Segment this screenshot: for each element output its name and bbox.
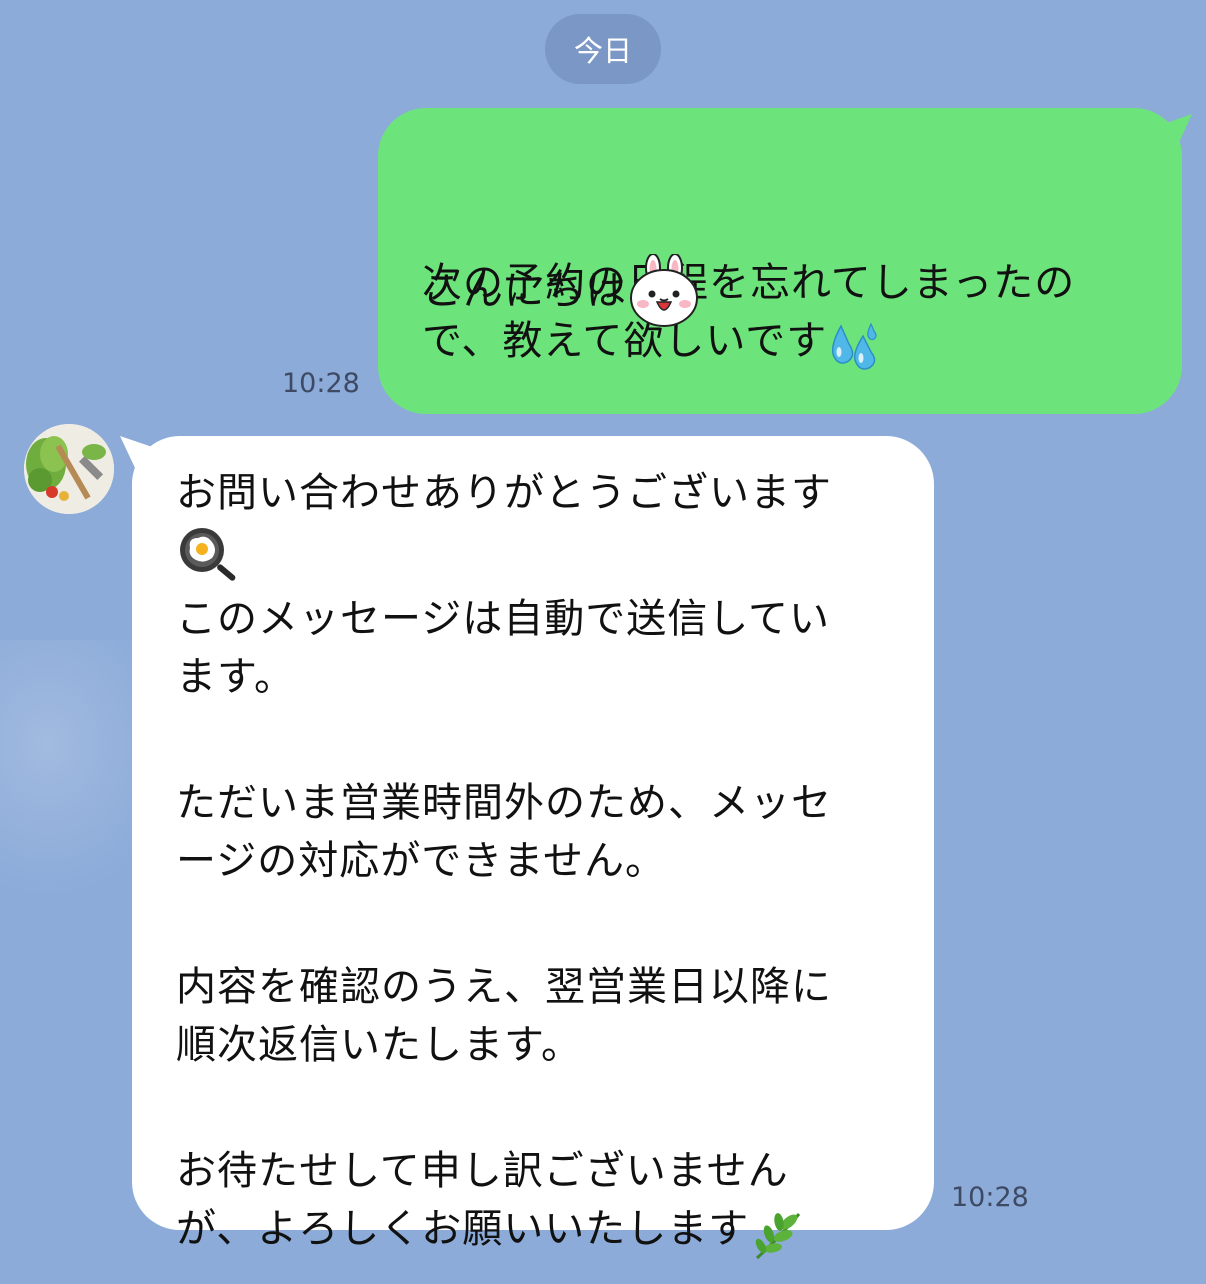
message-line: ージの対応ができません。 xyxy=(176,838,666,884)
message-line: 内容を確認のうえ、翌営業日以降に xyxy=(176,964,832,1010)
avatar[interactable] xyxy=(24,424,114,514)
message-line xyxy=(176,522,934,590)
sweat-droplets-emoji xyxy=(827,322,883,380)
date-separator: 今日 xyxy=(545,14,661,84)
frying-pan-egg-emoji xyxy=(176,526,240,590)
message-line: が、よろしくお願いいたします xyxy=(176,1200,934,1268)
outgoing-message-bubble[interactable]: こんにちは 次の予約の日程を忘れてしまったの で、教えて欲しいです xyxy=(378,108,1182,414)
herb-emoji xyxy=(749,1208,807,1268)
message-line: こんにちは xyxy=(422,253,701,330)
chat-area: 今日 こんにちは 次の予約の日程を忘れてしまったの で、教えて欲しいです 10:… xyxy=(0,0,1206,1284)
message-line: 順次返信いたします。 xyxy=(176,1022,582,1068)
message-line: お待たせして申し訳ございません xyxy=(176,1148,789,1194)
message-timestamp: 10:28 xyxy=(282,368,360,399)
message-line: お問い合わせありがとうございます xyxy=(176,470,832,516)
incoming-message-bubble[interactable]: お問い合わせありがとうございます このメッセージは自動で送信してい ます。 ただ… xyxy=(132,436,934,1260)
bunny-sticker-emoji xyxy=(627,253,701,330)
message-line: ただいま営業時間外のため、メッセ xyxy=(176,780,832,826)
message-timestamp: 10:28 xyxy=(951,1182,1029,1213)
message-line: このメッセージは自動で送信してい xyxy=(176,596,830,642)
message-line: ます。 xyxy=(176,654,295,700)
